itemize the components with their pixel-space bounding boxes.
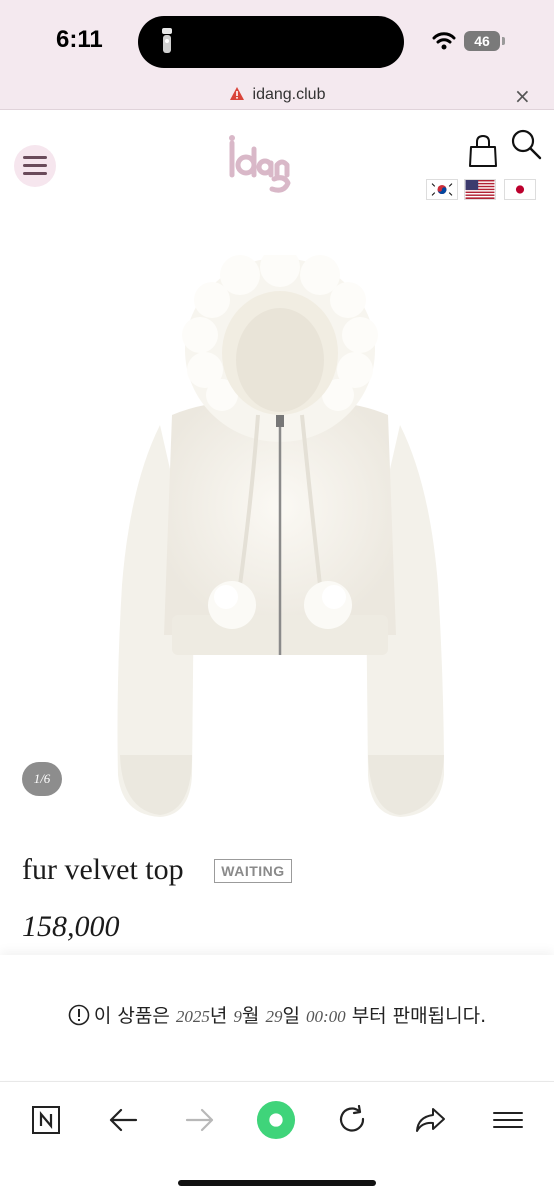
menu-line xyxy=(23,164,47,167)
n-tab-button[interactable] xyxy=(26,1100,66,1140)
status-badge: WAITING xyxy=(214,859,292,883)
home-indicator xyxy=(178,1180,376,1186)
menu-line xyxy=(23,156,47,159)
search-icon[interactable] xyxy=(510,128,542,160)
usa-flag-icon[interactable] xyxy=(464,179,496,200)
back-button[interactable] xyxy=(103,1100,143,1140)
notice-suffix: 부터 판매됩니다. xyxy=(351,1005,487,1027)
image-counter: 1/6 xyxy=(22,762,62,796)
reload-button[interactable] xyxy=(333,1100,373,1140)
menu-icon xyxy=(493,1112,523,1128)
battery-cap xyxy=(502,37,505,45)
close-icon[interactable]: × xyxy=(514,84,531,108)
info-icon xyxy=(68,1004,90,1026)
shopping-bag-icon[interactable] xyxy=(468,134,498,168)
notice-prefix: 이 상품은 xyxy=(93,1005,170,1027)
home-circle-icon xyxy=(256,1100,296,1140)
url-domain: idang.club xyxy=(252,86,326,103)
forward-arrow-icon xyxy=(185,1108,214,1132)
notice-month: 9 xyxy=(233,1007,242,1026)
product-image[interactable] xyxy=(100,255,460,820)
hamburger-menu-button[interactable] xyxy=(14,145,56,187)
url-display[interactable]: idang.club xyxy=(0,86,554,104)
forward-button[interactable] xyxy=(180,1100,220,1140)
sale-notice: 이 상품은 2025년 9월 29일 00:00 부터 판매됩니다. xyxy=(0,1001,554,1028)
battery-indicator: 46 xyxy=(464,31,500,51)
japan-flag-icon[interactable] xyxy=(504,179,536,200)
share-button[interactable] xyxy=(410,1100,450,1140)
menu-line xyxy=(23,172,47,175)
menu-button[interactable] xyxy=(488,1100,528,1140)
reload-icon xyxy=(339,1105,365,1132)
share-icon xyxy=(416,1108,445,1132)
flashlight-icon xyxy=(162,28,172,53)
wifi-icon xyxy=(432,32,456,50)
status-time: 6:11 xyxy=(56,26,103,53)
dynamic-island xyxy=(138,16,404,68)
warning-icon xyxy=(229,87,244,100)
product-price: 158,000 xyxy=(22,910,120,943)
notice-year: 2025 xyxy=(175,1007,210,1026)
notice-year-unit: 년 xyxy=(209,1005,228,1027)
notice-day-unit: 일 xyxy=(282,1005,300,1027)
status-bar: 6:11 46 xyxy=(0,0,554,84)
n-tab-icon xyxy=(32,1106,60,1134)
notice-month-unit: 월 xyxy=(241,1005,260,1027)
notice-day: 29 xyxy=(265,1007,283,1026)
idang-logo[interactable] xyxy=(224,135,294,197)
url-bar[interactable]: idang.club × xyxy=(0,84,554,110)
notice-time: 00:00 xyxy=(305,1007,346,1026)
korea-flag-icon[interactable] xyxy=(426,179,458,200)
home-button[interactable] xyxy=(256,1100,296,1140)
product-title: fur velvet top xyxy=(22,853,184,886)
back-arrow-icon xyxy=(109,1108,138,1132)
